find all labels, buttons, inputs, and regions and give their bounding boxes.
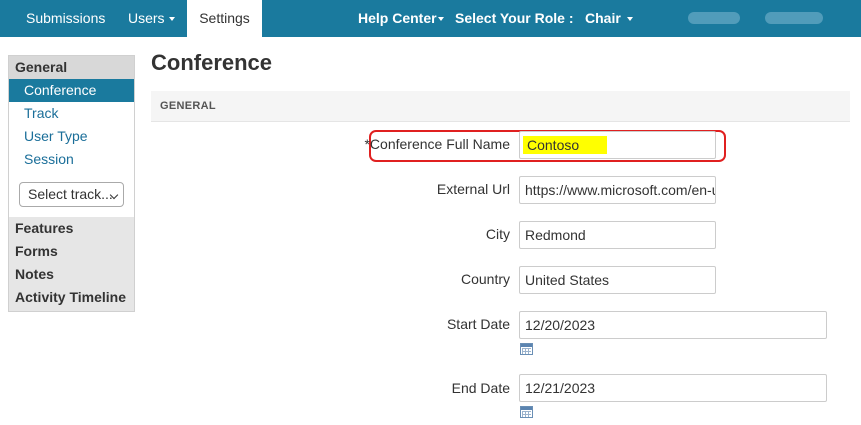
role-dropdown[interactable]: Chair <box>585 0 633 37</box>
calendar-icon[interactable] <box>520 406 533 418</box>
country-label: Country <box>460 271 510 287</box>
start-date-label: Start Date <box>446 316 510 332</box>
sidebar-item-features[interactable]: Features <box>9 217 134 240</box>
chevron-down-icon <box>437 17 444 22</box>
chevron-down-icon <box>626 17 633 22</box>
nav-submissions[interactable]: Submissions <box>26 0 105 37</box>
country-value: United States <box>525 272 610 288</box>
external-url-input[interactable]: https://www.microsoft.com/en-us <box>519 176 716 204</box>
city-value: Redmond <box>525 227 586 243</box>
sidebar-item-activity-timeline[interactable]: Activity Timeline <box>9 286 134 309</box>
user-menu-redacted[interactable] <box>765 12 823 24</box>
conference-full-name-label: *Conference Full Name <box>364 136 510 152</box>
sidebar-item-track[interactable]: Track <box>9 102 134 125</box>
track-select[interactable]: Select track... <box>19 182 124 207</box>
track-select-value: Select track... <box>28 186 113 202</box>
user-name-redacted[interactable] <box>688 12 740 24</box>
calendar-icon[interactable] <box>520 343 533 355</box>
sidebar-item-notes[interactable]: Notes <box>9 263 134 286</box>
external-url-value: https://www.microsoft.com/en-us <box>525 182 716 198</box>
end-date-value: 12/21/2023 <box>525 380 596 396</box>
page-title: Conference <box>151 50 273 75</box>
start-date-input[interactable]: 12/20/2023 <box>519 311 827 339</box>
external-url-label: External Url <box>436 181 510 197</box>
nav-users-label: Users <box>128 10 165 26</box>
conference-full-name-input[interactable]: Contoso <box>519 131 716 159</box>
section-header: GENERAL <box>151 91 850 122</box>
city-input[interactable]: Redmond <box>519 221 716 249</box>
end-date-input[interactable]: 12/21/2023 <box>519 374 827 402</box>
end-date-label: End Date <box>451 380 510 396</box>
sidebar-general-header: General <box>9 56 134 79</box>
nav-settings[interactable]: Settings <box>187 0 262 37</box>
city-label: City <box>485 226 510 242</box>
section-label: GENERAL <box>160 100 216 112</box>
start-date-value: 12/20/2023 <box>525 317 596 333</box>
top-navbar: Submissions Users Settings Help Center S… <box>0 0 861 37</box>
nav-users[interactable]: Users <box>128 0 175 37</box>
sidebar-item-session[interactable]: Session <box>9 148 134 171</box>
chevron-down-icon <box>168 17 175 22</box>
settings-sidebar: General Conference Track User Type Sessi… <box>8 55 135 312</box>
sidebar-item-conference[interactable]: Conference <box>9 79 134 102</box>
conference-full-name-value: Contoso <box>523 136 608 154</box>
role-label: Chair <box>585 10 621 26</box>
select-role-label: Select Your Role : <box>455 10 574 26</box>
nav-help-center-label: Help Center <box>358 10 437 26</box>
sidebar-item-forms[interactable]: Forms <box>9 240 134 263</box>
sidebar-item-user-type[interactable]: User Type <box>9 125 134 148</box>
country-input[interactable]: United States <box>519 266 716 294</box>
nav-help-center[interactable]: Help Center <box>358 0 444 37</box>
